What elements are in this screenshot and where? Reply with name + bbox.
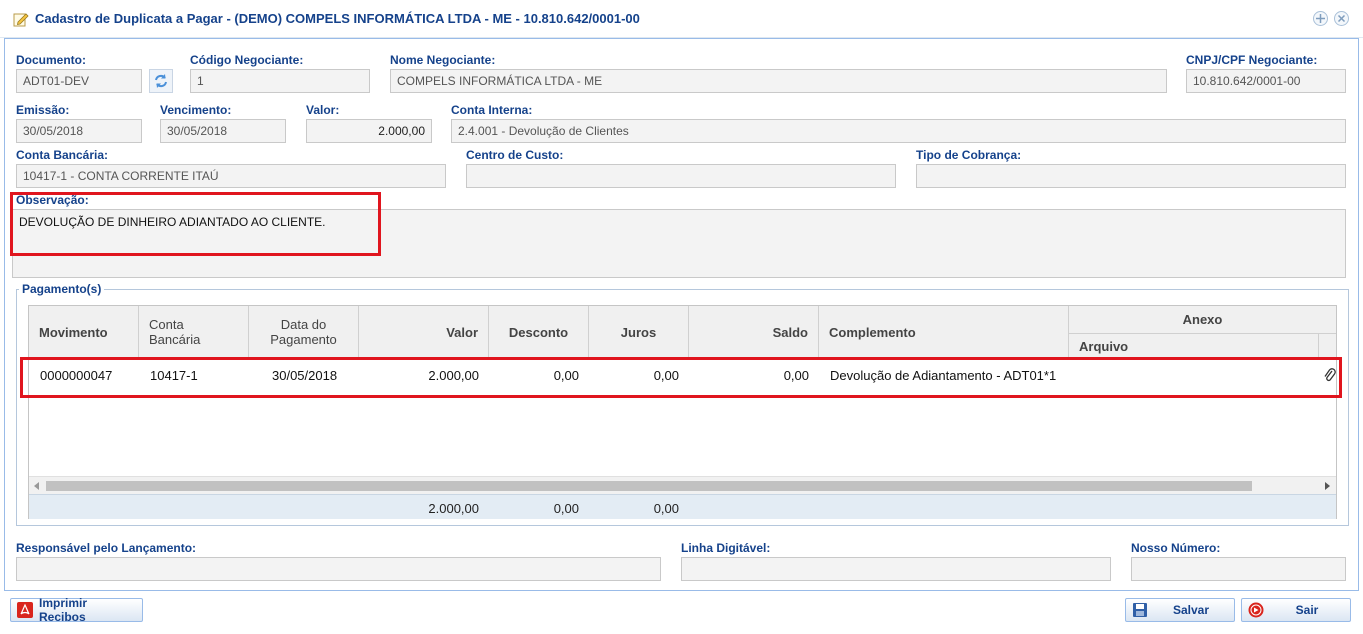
salvar-button[interactable]: Salvar [1125, 598, 1235, 622]
emissao-field[interactable]: 30/05/2018 [16, 119, 142, 143]
row-conta-bancaria[interactable]: 10417-1 [150, 368, 198, 383]
col-saldo[interactable]: Saldo [689, 306, 819, 358]
total-desconto: 0,00 [553, 501, 579, 516]
imprimir-recibos-label: Imprimir Recibos [39, 596, 88, 624]
refresh-button[interactable] [149, 69, 173, 93]
grid-totals-row: 2.000,00 0,00 0,00 [29, 494, 1336, 519]
col-anexo-group: Anexo [1069, 306, 1336, 334]
salvar-label: Salvar [1172, 603, 1210, 617]
grid-horizontal-scrollbar[interactable] [29, 476, 1336, 494]
nome-negociante-field[interactable]: COMPELS INFORMÁTICA LTDA - ME [390, 69, 1167, 93]
codigo-negociante-field[interactable]: 1 [190, 69, 370, 93]
conta-bancaria-field[interactable]: 10417-1 - CONTA CORRENTE ITAÚ [16, 164, 446, 188]
responsavel-label: Responsável pelo Lançamento: [16, 541, 197, 555]
col-valor[interactable]: Valor [359, 306, 489, 358]
observacao-label: Observação: [16, 193, 89, 207]
sair-button[interactable]: Sair [1241, 598, 1351, 622]
nosso-numero-label: Nosso Número: [1131, 541, 1221, 555]
col-conta-bancaria[interactable]: Conta Bancária [139, 306, 249, 358]
col-complemento[interactable]: Complemento [819, 306, 1069, 358]
documento-field[interactable]: ADT01-DEV [16, 69, 142, 93]
tipo-cobranca-label: Tipo de Cobrança: [916, 148, 1022, 162]
total-juros: 0,00 [653, 501, 679, 516]
linha-digitavel-label: Linha Digitável: [681, 541, 771, 555]
save-disk-icon [1133, 603, 1147, 617]
scrollbar-thumb[interactable] [46, 481, 1252, 491]
row-valor[interactable]: 2.000,00 [428, 368, 479, 383]
maximize-tool-icon[interactable] [1313, 11, 1328, 26]
vencimento-field[interactable]: 30/05/2018 [160, 119, 286, 143]
edit-pencil-icon [13, 13, 29, 27]
conta-interna-field[interactable]: 2.4.001 - Devolução de Clientes [451, 119, 1346, 143]
cnpj-label: CNPJ/CPF Negociante: [1186, 53, 1318, 67]
window-titlebar: Cadastro de Duplicata a Pagar - (DEMO) C… [0, 0, 1363, 38]
row-movimento[interactable]: 0000000047 [40, 368, 112, 383]
cnpj-field[interactable]: 10.810.642/0001-00 [1186, 69, 1346, 93]
col-juros[interactable]: Juros [589, 306, 689, 358]
scroll-right-arrow-icon[interactable] [1325, 482, 1331, 490]
codigo-negociante-label: Código Negociante: [190, 53, 304, 67]
row-complemento[interactable]: Devolução de Adiantamento - ADT01*1 [830, 368, 1056, 383]
vencimento-label: Vencimento: [160, 103, 232, 117]
nosso-numero-field[interactable] [1131, 557, 1346, 581]
tipo-cobranca-field[interactable] [916, 164, 1346, 188]
emissao-label: Emissão: [16, 103, 70, 117]
valor-label: Valor: [306, 103, 340, 117]
valor-field[interactable]: 2.000,00 [306, 119, 432, 143]
responsavel-field[interactable] [16, 557, 661, 581]
centro-custo-field[interactable] [466, 164, 896, 188]
conta-bancaria-label: Conta Bancária: [16, 148, 109, 162]
window-title: Cadastro de Duplicata a Pagar - (DEMO) C… [35, 11, 640, 26]
exit-icon [1248, 602, 1264, 618]
documento-label: Documento: [16, 53, 86, 67]
col-data-pagamento[interactable]: Data do Pagamento [249, 306, 359, 358]
refresh-icon [155, 74, 167, 88]
paperclip-icon[interactable] [1323, 368, 1337, 384]
scroll-left-arrow-icon[interactable] [34, 482, 40, 490]
grid-header: Movimento Conta Bancária Data do Pagamen… [29, 306, 1336, 358]
close-tool-icon[interactable] [1334, 11, 1349, 26]
col-movimento[interactable]: Movimento [29, 306, 139, 358]
conta-interna-label: Conta Interna: [451, 103, 533, 117]
observacao-textarea[interactable]: DEVOLUÇÃO DE DINHEIRO ADIANTADO AO CLIEN… [12, 209, 1346, 278]
pdf-icon [17, 602, 33, 618]
linha-digitavel-field[interactable] [681, 557, 1111, 581]
pagamentos-grid: Movimento Conta Bancária Data do Pagamen… [28, 305, 1337, 519]
row-desconto[interactable]: 0,00 [554, 368, 579, 383]
sair-label: Sair [1295, 603, 1319, 617]
centro-custo-label: Centro de Custo: [466, 148, 564, 162]
col-arquivo[interactable]: Arquivo [1069, 334, 1319, 358]
col-desconto[interactable]: Desconto [489, 306, 589, 358]
row-saldo[interactable]: 0,00 [784, 368, 809, 383]
pagamentos-legend: Pagamento(s) [19, 282, 105, 296]
row-data-pagamento[interactable]: 30/05/2018 [272, 368, 337, 383]
total-valor: 2.000,00 [428, 501, 479, 516]
row-juros[interactable]: 0,00 [654, 368, 679, 383]
nome-negociante-label: Nome Negociante: [390, 53, 496, 67]
form-panel: Documento: ADT01-DEV Código Negociante: … [4, 38, 1359, 591]
imprimir-recibos-button[interactable]: Imprimir Recibos [10, 596, 143, 624]
